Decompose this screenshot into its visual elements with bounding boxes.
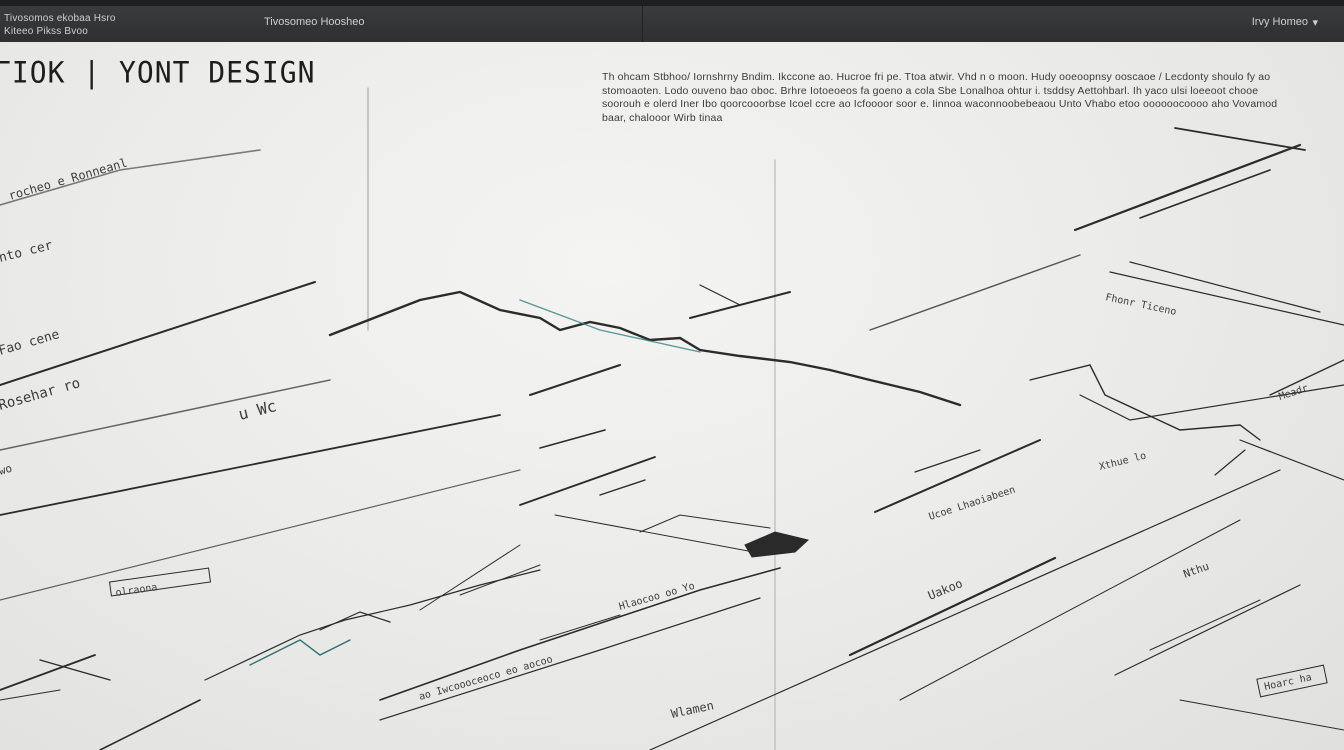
sketch-stroke [554,514,771,556]
sketch-accent-line [249,639,351,666]
sketch-stroke [869,254,1081,331]
sketch-stroke [1109,271,1344,326]
sketch-stroke [848,556,1057,657]
sketch-stroke [1073,143,1302,232]
sketch-stroke [204,569,541,681]
sketch-label: nto cer [0,238,54,266]
sketch-label: Xthue lo [1098,451,1147,473]
sketch-label: olraona [115,582,158,599]
sketch-stroke [1114,584,1301,676]
sketch-stroke [459,564,541,596]
sketch-stroke [539,429,606,449]
sketch-stroke [649,469,1281,750]
sketch-stroke [519,456,656,506]
sketch-label: Wlamen [670,698,715,721]
design-canvas: Tivosomos ekobaa Hsro Kiteeo Pikss Bvoo … [0,0,1344,750]
sketch-label: Uakoo [926,576,965,603]
sketch-label: Nthu [1182,560,1211,581]
sketch-stroke [914,449,981,473]
sketch-label: Ucoe Lhaoiabeen [928,484,1017,522]
sketch-stroke [419,544,521,611]
sketch-stroke [1214,449,1246,476]
sketch-stroke [379,567,781,701]
sketch-stroke [639,514,771,533]
sketch-stroke [1029,364,1261,441]
sketch-stroke [529,364,621,396]
sketch-stroke [1179,699,1344,731]
sketch-stroke [0,469,521,601]
sketch-stroke [0,149,261,206]
sketch-stroke [319,611,391,631]
sketch-solid-shape [744,531,810,558]
sketch-label: Hoarc ha [1263,672,1312,693]
sketch-stroke [0,689,61,701]
sketch-label: Fhonr Ticeno [1104,292,1177,318]
sketch-stroke [1139,169,1271,219]
sketch-stroke [99,699,201,750]
sketch-stroke [0,414,501,516]
sketch-stroke [599,479,646,496]
sketch-jagged-line [328,290,962,407]
sketch-label: rocheo e Ronneanl [7,156,129,203]
sketch-label: Meadr [1278,383,1310,403]
sketch-label: wo [0,462,14,478]
sketch-stroke [899,519,1241,701]
sketch-stroke [1174,127,1306,151]
sketch-stroke [699,284,741,306]
sketch-label: Fao cene [0,327,61,359]
sketch-stroke [874,439,1041,513]
sketch-drawing: rocheo e Ronneanl nto cer Fao cene Roseh… [0,87,1344,750]
sketch-stroke [1239,439,1344,481]
sketch-stroke [539,614,621,641]
sketch-stroke [1149,599,1261,651]
sketch-stroke [0,654,96,691]
sketch-label: u Wc [236,396,278,424]
sketch-label: Hlaocoo oo Yo [618,581,696,613]
